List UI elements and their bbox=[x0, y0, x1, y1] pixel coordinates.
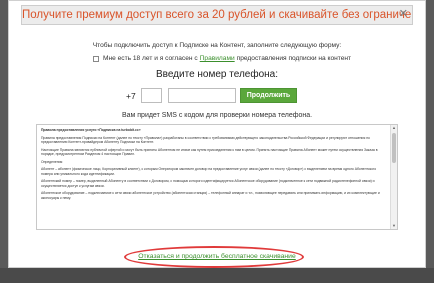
rules-paragraph: Правила предоставления Подписки на Конте… bbox=[41, 135, 370, 145]
sms-note: Вам придет SMS с кодом для проверки номе… bbox=[121, 112, 313, 119]
rules-paragraph: Абонентский номер – номер, выделенный Аб… bbox=[41, 179, 375, 188]
rules-paragraph: Абонентское оборудование – подключаемое … bbox=[41, 191, 380, 200]
phone-number-input[interactable] bbox=[168, 88, 236, 103]
form-intro-text: Чтобы подключить доступ к Подписке на Ко… bbox=[92, 42, 342, 49]
phone-code-input[interactable] bbox=[141, 88, 162, 103]
rules-title: Правила предоставления услуги «Подписка … bbox=[41, 128, 141, 132]
country-prefix: +7 bbox=[126, 91, 136, 101]
rules-textbox[interactable]: Правила предоставления услуги «Подписка … bbox=[36, 124, 398, 230]
phone-title: Введите номер телефона: bbox=[155, 69, 279, 80]
page-footer-bar bbox=[0, 268, 434, 283]
agreement-prefix: Мне есть 18 лет и я согласен с bbox=[103, 55, 198, 62]
scroll-up-icon[interactable]: ▲ bbox=[391, 125, 397, 131]
agreement-row: Мне есть 18 лет и я согласен с Правилами… bbox=[93, 55, 351, 62]
continue-button[interactable]: Продолжить bbox=[240, 88, 297, 103]
close-icon[interactable]: ✕ bbox=[399, 8, 408, 20]
scroll-down-icon[interactable]: ▼ bbox=[391, 223, 397, 229]
decline-link[interactable]: Отказаться и продолжить бесплатное скачи… bbox=[9, 253, 425, 260]
rules-paragraph: Абонент – абонент (физическое лицо, Корп… bbox=[41, 167, 377, 176]
rules-paragraph: Определения bbox=[41, 159, 63, 164]
rules-scrollbar[interactable]: ▲ ▼ bbox=[390, 125, 397, 229]
rules-paragraph: Настоящие Правила являются публичной офе… bbox=[41, 147, 378, 157]
agreement-checkbox[interactable] bbox=[93, 55, 99, 62]
premium-offer-banner: Получите премиум доступ всего за 20 рубл… bbox=[21, 5, 413, 25]
agreement-suffix: предоставления подписки на контент bbox=[236, 55, 352, 62]
rules-link[interactable]: Правилами bbox=[200, 55, 235, 62]
rules-text: Правила предоставления услуги «Подписка … bbox=[41, 128, 387, 227]
subscription-modal: Получите премиум доступ всего за 20 рубл… bbox=[8, 0, 426, 268]
banner-text: Получите премиум доступ всего за 20 рубл… bbox=[22, 9, 413, 21]
scroll-thumb[interactable] bbox=[392, 133, 396, 163]
